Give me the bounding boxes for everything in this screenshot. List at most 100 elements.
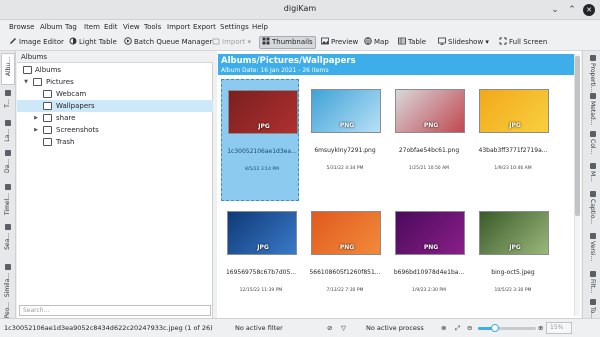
menu-settings[interactable]: Settings <box>220 23 249 31</box>
tab-albums[interactable]: Albu... <box>1 53 15 85</box>
tab-dates[interactable]: Da... <box>1 147 15 179</box>
palette-icon <box>590 131 596 137</box>
tab-timeline-label: Timel... <box>4 193 11 216</box>
thumbnail-item[interactable]: PNG 6msuykIny7291.png 5/31/22 4:34 PM <box>305 79 383 201</box>
thumbnail-filename: bing-oct5.jpeg <box>491 269 535 276</box>
albums-panel-header: Albums <box>17 51 213 63</box>
minimize-icon[interactable]: ⌄ <box>549 4 561 16</box>
tree-item-webcam[interactable]: Webcam <box>17 88 213 100</box>
menu-edit[interactable]: Edit <box>104 23 118 31</box>
cancel-process-icon[interactable]: ⊗ <box>441 324 446 332</box>
tab-tools[interactable]: To... <box>585 297 599 319</box>
thumbnail-filename: 169569758c67b7d05... <box>225 269 297 276</box>
image-icon <box>321 37 329 45</box>
tab-tags[interactable]: T... <box>1 87 15 115</box>
chevron-right-icon[interactable]: ▶ <box>33 112 39 124</box>
tree-item-label: Webcam <box>56 90 87 98</box>
menu-album[interactable]: Album <box>40 23 62 31</box>
scrollbar-handle[interactable] <box>575 56 580 216</box>
thumbnails-button[interactable]: Thumbnails <box>259 36 316 49</box>
tab-filters[interactable]: Filt... <box>585 269 599 295</box>
thumbnail-item[interactable]: PNG 27obfae54bc61.png 1/25/21 10:50 AM <box>389 79 467 201</box>
table-label: Table <box>408 38 427 46</box>
tab-map[interactable]: M... <box>585 161 599 187</box>
import-label: Import <box>222 38 246 46</box>
thumbnail-image[interactable]: PNG <box>311 211 381 255</box>
dropdown-arrow-icon: ▾ <box>483 38 489 46</box>
folder-icon <box>43 90 52 98</box>
light-table-button[interactable]: Light Table <box>69 36 117 49</box>
menu-item[interactable]: Item <box>84 23 100 31</box>
thumbnail-scrollbar[interactable] <box>574 54 580 316</box>
thumbnail-image[interactable]: PNG <box>395 211 465 255</box>
menu-tools[interactable]: Tools <box>144 23 161 31</box>
thumbnail-item[interactable]: JPG 1c30052106ae1d3ea... 8/5/22 3:14 PM <box>221 79 299 201</box>
chevron-down-icon[interactable]: ▼ <box>23 76 29 88</box>
import-button[interactable]: Import ▾ <box>212 36 251 49</box>
thumbnail-item[interactable]: PNG 566108605f1260f851... 7/13/22 7:30 PM <box>305 201 383 323</box>
clear-icon[interactable]: ⊘ <box>327 324 332 332</box>
menu-view[interactable]: View <box>123 23 140 31</box>
tab-people[interactable]: Peo... <box>1 301 15 318</box>
tab-colors[interactable]: Col... <box>585 129 599 159</box>
tree-item-albums[interactable]: Albums <box>17 64 213 76</box>
map-button[interactable]: Map <box>364 36 389 49</box>
album-date: Album Date: 16 Jan 2021 - 26 items <box>221 67 329 74</box>
maximize-icon[interactable]: ⌃ <box>566 4 578 16</box>
thumbnail-image[interactable]: PNG <box>395 89 465 133</box>
tab-captions[interactable]: Captio... <box>585 189 599 229</box>
filter-icon[interactable]: ▽ <box>341 324 346 332</box>
preview-button[interactable]: Preview <box>321 36 358 49</box>
tab-versions[interactable]: Versi... <box>585 231 599 267</box>
menu-help[interactable]: Help <box>252 23 268 31</box>
thumbnail-image[interactable]: JPG <box>479 89 549 133</box>
menu-import[interactable]: Import <box>167 23 190 31</box>
table-button[interactable]: Table <box>398 36 426 49</box>
thumbnail-item[interactable]: PNG b696bd10978d4e1ba... 1/9/23 2:30 PM <box>389 201 467 323</box>
album-search-input[interactable]: Search... <box>19 305 211 316</box>
tab-timeline[interactable]: Timel... <box>1 181 15 219</box>
menu-browse[interactable]: Browse <box>9 23 35 31</box>
versions-icon <box>590 233 596 239</box>
chevron-right-icon[interactable]: ▶ <box>33 124 39 136</box>
status-selected-file: 1c30052106ae1d3ea9052c8434d622c20247933c… <box>4 324 213 332</box>
globe-icon <box>364 37 372 45</box>
zoom-in-icon[interactable]: ⊕ <box>538 324 543 332</box>
tree-item-wallpapers[interactable]: Wallpapers <box>17 100 213 112</box>
thumbnail-date: 1/9/23 10:46 AM <box>494 166 532 171</box>
tab-labels[interactable]: La... <box>1 117 15 145</box>
thumbnail-filename: 566108605f1260f851... <box>309 269 381 276</box>
tab-tags-label: T... <box>4 99 11 108</box>
image-editor-button[interactable]: Image Editor <box>9 36 64 49</box>
thumbnail-item[interactable]: JPG 43bab3ff3771f2719a... 1/9/23 10:46 AM <box>473 79 551 201</box>
zoom-slider-handle[interactable] <box>491 324 500 332</box>
full-screen-button[interactable]: Full Screen <box>499 36 547 49</box>
menu-export[interactable]: Export <box>193 23 216 31</box>
zoom-slider[interactable] <box>478 324 536 332</box>
tab-properties[interactable]: Properti... <box>585 53 599 92</box>
tree-item-pictures[interactable]: ▼ Pictures <box>17 76 213 88</box>
clock-icon <box>5 184 11 190</box>
batch-queue-button[interactable]: Batch Queue Manager <box>124 36 212 49</box>
zoom-out-icon[interactable]: ⊖ <box>467 324 472 332</box>
tree-item-screenshots[interactable]: ▶ Screenshots <box>17 124 213 136</box>
thumbnail-image[interactable]: JPG <box>228 90 298 134</box>
close-icon[interactable]: ✕ <box>583 4 595 16</box>
thumbnail-image[interactable]: JPG <box>227 211 297 255</box>
folder-icon <box>43 114 52 122</box>
thumbnail-image[interactable]: JPG <box>479 211 549 255</box>
thumbnail-item[interactable]: JPG bing-oct5.jpeg 10/5/22 3:30 PM <box>473 201 551 323</box>
filter-icon <box>590 271 596 277</box>
thumbnail-item[interactable]: JPG 169569758c67b7d05... 12/15/22 11:39 PM <box>221 201 299 323</box>
menu-tag[interactable]: Tag <box>65 23 77 31</box>
tab-similarity[interactable]: Simila... <box>1 261 15 299</box>
tree-item-share[interactable]: ▶ share <box>17 112 213 124</box>
tab-search[interactable]: Sea... <box>1 221 15 259</box>
zoom-fit-icon[interactable]: ⤢ <box>455 324 460 333</box>
thumbnail-date: 12/15/22 11:39 PM <box>239 288 283 293</box>
tab-metadata[interactable]: Metad... <box>585 91 599 127</box>
tree-item-trash[interactable]: Trash <box>17 136 213 148</box>
slideshow-button[interactable]: Slideshow ▾ <box>438 36 489 49</box>
zoom-level-input[interactable]: 15% <box>546 322 572 334</box>
thumbnail-image[interactable]: PNG <box>311 89 381 133</box>
